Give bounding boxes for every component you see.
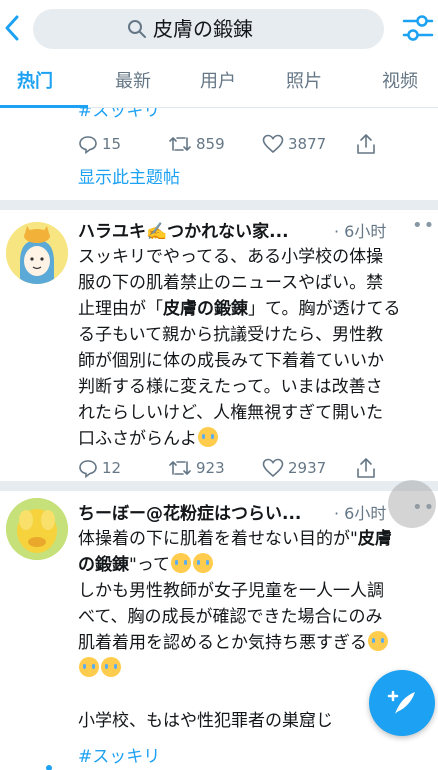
text-fragment: 口ふさがらんよ bbox=[78, 429, 197, 449]
text-fragment: "って bbox=[129, 555, 170, 575]
heart-icon bbox=[262, 458, 284, 478]
tweet-text-line: 口ふさがらんよ bbox=[78, 426, 434, 452]
tweet-text-line: 服の下の肌着禁止のニュースやばい。禁 bbox=[78, 273, 384, 293]
feather-plus-icon bbox=[387, 690, 415, 714]
tweet-text-line: スッキリでやってる、ある小学校の体操 bbox=[78, 247, 384, 267]
like-count: 2937 bbox=[288, 459, 327, 477]
reply-button[interactable]: 12 bbox=[78, 455, 121, 481]
share-button[interactable] bbox=[356, 455, 380, 481]
tweet-header: ハラユキ✍️つかれない家... · 6小时 ••• bbox=[78, 215, 438, 242]
tweet-card[interactable]: ちーぼー@花粉症はつらい... · 6小时 ••• 体操着の下に肌着を着せない目… bbox=[0, 497, 438, 770]
crying-face-emoji-icon bbox=[79, 657, 99, 677]
tweet-text-line: の鍛錬"って bbox=[78, 552, 434, 578]
like-button[interactable]: 2937 bbox=[262, 455, 326, 481]
share-icon bbox=[357, 458, 375, 478]
tab-people[interactable]: 用户 bbox=[200, 70, 236, 94]
tweet-separator bbox=[0, 481, 438, 491]
tweet-text-line: 判断する様に変えたって。いまは改善さ bbox=[78, 377, 383, 397]
retweet-icon bbox=[169, 137, 191, 151]
compose-tweet-button[interactable] bbox=[369, 670, 435, 736]
tweet-timestamp: · 6小时 bbox=[334, 222, 387, 241]
sliders-icon[interactable] bbox=[402, 13, 434, 43]
tweet-text-line: れたらしいけど、人権無視すぎて開いた bbox=[78, 403, 384, 423]
tweet-text-line: べて、胸の成長が確認できた場合にのみ bbox=[78, 607, 383, 627]
text-fragment: 」て。胸が透けてる bbox=[248, 299, 401, 319]
like-button[interactable]: 3877 bbox=[262, 131, 326, 157]
tweet-header: ちーぼー@花粉症はつらい... · 6小时 ••• bbox=[78, 497, 438, 524]
reply-icon bbox=[79, 460, 97, 478]
reply-count: 15 bbox=[102, 135, 122, 153]
show-thread-link[interactable]: 显示此主题帖 bbox=[78, 163, 180, 188]
tweet-actions: 15 859 3877 bbox=[78, 131, 378, 157]
text-fragment: 肌着着用を認めるとか気持ち悪すぎる bbox=[78, 633, 367, 653]
tab-top[interactable]: 热门 bbox=[17, 70, 53, 94]
user-display-name[interactable]: ハラユキ✍️つかれない家... bbox=[78, 217, 289, 242]
retweet-button[interactable]: 859 bbox=[168, 131, 225, 157]
share-icon bbox=[357, 134, 375, 154]
tweet-timestamp: · 6小时 bbox=[334, 504, 387, 523]
highlighted-keyword: 皮膚 bbox=[357, 529, 392, 549]
reply-count: 12 bbox=[102, 459, 122, 477]
tweet-text-line: 止理由が「皮膚の鍛錬」て。胸が透けてる bbox=[78, 296, 434, 322]
hashtag-link[interactable]: #スッキリ bbox=[78, 744, 434, 770]
retweet-count: 859 bbox=[196, 135, 225, 153]
tweet-text-line: 肌着着用を認めるとか気持ち悪すぎる bbox=[78, 630, 434, 656]
tab-videos[interactable]: 视频 bbox=[382, 70, 418, 94]
search-tabs: 热门 最新 用户 照片 视频 bbox=[0, 56, 438, 108]
tab-latest[interactable]: 最新 bbox=[115, 70, 151, 94]
search-field[interactable]: 皮膚の鍛錬 bbox=[33, 9, 384, 49]
tweet-text: スッキリでやってる、ある小学校の体操 服の下の肌着禁止のニュースやばい。禁 止理… bbox=[78, 244, 434, 452]
text-fragment: 体操着の下に肌着を着せない目的が" bbox=[78, 529, 358, 549]
crying-face-emoji-icon bbox=[170, 553, 191, 573]
top-bar: 皮膚の鍛錬 bbox=[0, 0, 438, 56]
avatar[interactable] bbox=[6, 222, 68, 284]
text-fragment: 止理由が「 bbox=[78, 299, 163, 319]
fearful-face-emoji-icon bbox=[198, 427, 218, 447]
scroll-indicator[interactable] bbox=[388, 480, 436, 528]
highlighted-keyword: の鍛錬 bbox=[78, 555, 129, 575]
avatar[interactable] bbox=[6, 498, 68, 560]
highlighted-keyword: 皮膚の鍛錬 bbox=[163, 299, 248, 319]
tweet-text: 体操着の下に肌着を着せない目的が"皮膚 の鍛錬"って しかも男性教師が女子児童を… bbox=[78, 526, 434, 770]
tweet-actions: 12 923 2937 bbox=[78, 455, 378, 481]
search-icon bbox=[128, 20, 146, 38]
reply-icon bbox=[79, 136, 97, 154]
heart-icon bbox=[262, 134, 284, 154]
reply-button[interactable]: 15 bbox=[78, 131, 121, 157]
bottom-nav-indicator bbox=[46, 765, 52, 770]
retweet-button[interactable]: 923 bbox=[168, 455, 225, 481]
tweet-text-line: る子もいて親から抗議受けたら、男性教 bbox=[78, 325, 384, 345]
tweet-text-line: 師が個別に体の成長みて下着着ていいか bbox=[78, 351, 384, 371]
user-display-name[interactable]: ちーぼー@花粉症はつらい... bbox=[78, 499, 301, 524]
avatar-illustration bbox=[6, 222, 68, 284]
retweet-icon bbox=[169, 461, 191, 475]
tweet-feed[interactable]: #スッキリ 15 859 3877 显示此主题帖 ハラユキ✍️つかれない家...… bbox=[0, 108, 438, 770]
avatar-illustration bbox=[6, 498, 68, 560]
share-button[interactable] bbox=[356, 131, 380, 157]
tweet-separator bbox=[0, 200, 438, 210]
crying-face-emoji-icon bbox=[192, 553, 213, 573]
tweet-text-line: しかも男性教師が女子児童を一人一人調 bbox=[78, 581, 384, 601]
more-options-icon[interactable]: ••• bbox=[412, 215, 438, 236]
chevron-left-icon[interactable] bbox=[2, 12, 24, 44]
retweet-count: 923 bbox=[196, 459, 225, 477]
hashtag-link[interactable]: #スッキリ bbox=[78, 108, 160, 121]
tab-photos[interactable]: 照片 bbox=[286, 70, 322, 94]
crying-face-emoji-icon bbox=[101, 657, 121, 677]
crying-face-emoji-icon bbox=[368, 631, 388, 651]
tweet-text-line: 体操着の下に肌着を着せない目的が"皮膚 bbox=[78, 526, 434, 552]
tweet-card[interactable]: ハラユキ✍️つかれない家... · 6小时 ••• スッキリでやってる、ある小学… bbox=[0, 215, 438, 478]
search-query[interactable]: 皮膚の鍛錬 bbox=[153, 16, 253, 42]
like-count: 3877 bbox=[288, 135, 327, 153]
